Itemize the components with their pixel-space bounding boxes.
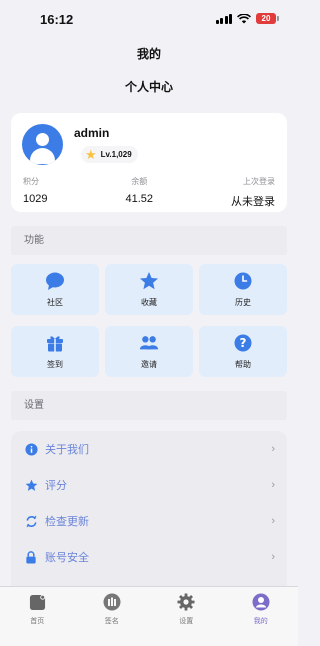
stat-value: 从未登录 <box>230 196 275 208</box>
wifi-icon <box>237 13 251 23</box>
help-icon: ? <box>233 333 253 353</box>
tab-signature[interactable]: 签名 <box>75 587 150 646</box>
tile-invite[interactable]: 邀请 <box>105 326 193 377</box>
tile-favorites[interactable]: 收藏 <box>105 264 193 315</box>
svg-text:?: ? <box>240 336 247 350</box>
person-icon <box>252 593 270 611</box>
stat-label: 上次登录 <box>242 177 275 186</box>
chat-bubble-icon <box>45 271 65 291</box>
status-bar: 16:12 20 <box>0 0 298 40</box>
settings-item-label: 检查更新 <box>45 516 89 528</box>
tile-label: 历史 <box>235 298 251 307</box>
tab-settings[interactable]: 设置 <box>149 587 224 646</box>
tab-label: 签名 <box>104 618 119 625</box>
settings-item-label: 关于我们 <box>45 444 89 456</box>
gear-icon <box>177 593 195 611</box>
settings-item-check-update[interactable]: 检查更新 › <box>11 503 287 539</box>
tile-history[interactable]: 历史 <box>199 264 287 315</box>
stat-value: 1029 <box>23 193 48 205</box>
page-title: 我的 <box>136 47 161 61</box>
settings-item-account-security[interactable]: 账号安全 › <box>11 539 287 575</box>
stat-points: 积分 1029 <box>23 176 47 209</box>
tile-label: 收藏 <box>141 298 157 307</box>
profile-card[interactable]: admin ★ Lv.1,029 积分 1029 余额 41.52 上次登录 从… <box>11 113 287 212</box>
home-icon <box>28 593 46 611</box>
tab-bar: 首页 签名 设置 我的 <box>0 586 298 646</box>
tile-label: 社区 <box>47 298 63 307</box>
section-header-settings: 设置 <box>11 391 287 420</box>
star-icon <box>139 271 159 291</box>
level-text: Lv.1,029 <box>100 150 132 159</box>
settings-item-label: 账号安全 <box>45 552 89 564</box>
stat-label: 余额 <box>131 177 148 186</box>
settings-list: 关于我们 › 评分 › 检查更新 › 账号安全 › <box>11 431 287 591</box>
stat-balance: 余额 41.52 <box>125 176 153 209</box>
stat-value: 41.52 <box>125 193 153 205</box>
settings-item-about[interactable]: 关于我们 › <box>11 431 287 467</box>
lock-icon <box>24 550 38 564</box>
battery-icon: 20 <box>256 13 279 24</box>
cellular-signal-icon <box>215 13 232 24</box>
level-star-icon: ★ <box>85 147 97 162</box>
page-subtitle: 个人中心 <box>124 80 173 94</box>
tile-checkin[interactable]: 签到 <box>11 326 99 377</box>
tab-label: 首页 <box>30 618 45 625</box>
gift-icon <box>45 333 65 353</box>
settings-item-rate[interactable]: 评分 › <box>11 467 287 503</box>
info-icon <box>24 442 38 456</box>
tab-mine[interactable]: 我的 <box>224 587 299 646</box>
profile-stats: 积分 1029 余额 41.52 上次登录 从未登录 <box>23 176 275 209</box>
tab-label: 我的 <box>253 618 268 625</box>
people-icon <box>139 333 159 353</box>
stat-last-login: 上次登录 从未登录 <box>231 176 275 209</box>
chevron-right-icon: › <box>271 443 275 455</box>
chevron-right-icon: › <box>271 551 275 563</box>
function-grid: 社区 收藏 历史 签到 邀请 ? 帮助 <box>11 264 287 377</box>
tab-home[interactable]: 首页 <box>0 587 75 646</box>
level-badge: ★ Lv.1,029 <box>81 146 138 163</box>
refresh-icon <box>24 514 38 528</box>
tile-help[interactable]: ? 帮助 <box>199 326 287 377</box>
tab-label: 设置 <box>179 618 194 625</box>
settings-item-label: 评分 <box>45 480 67 492</box>
tile-community[interactable]: 社区 <box>11 264 99 315</box>
chevron-right-icon: › <box>271 479 275 491</box>
avatar[interactable] <box>22 124 63 165</box>
signature-icon <box>103 593 121 611</box>
clock-icon <box>233 271 253 291</box>
star-icon <box>24 478 38 492</box>
status-time: 16:12 <box>40 12 74 27</box>
status-icons: 20 <box>215 13 279 24</box>
chevron-right-icon: › <box>271 515 275 527</box>
tile-label: 签到 <box>47 360 63 369</box>
section-header-functions: 功能 <box>11 226 287 255</box>
stat-label: 积分 <box>23 177 39 186</box>
username: admin <box>74 126 110 140</box>
tile-label: 帮助 <box>235 360 251 369</box>
tile-label: 邀请 <box>141 360 157 369</box>
